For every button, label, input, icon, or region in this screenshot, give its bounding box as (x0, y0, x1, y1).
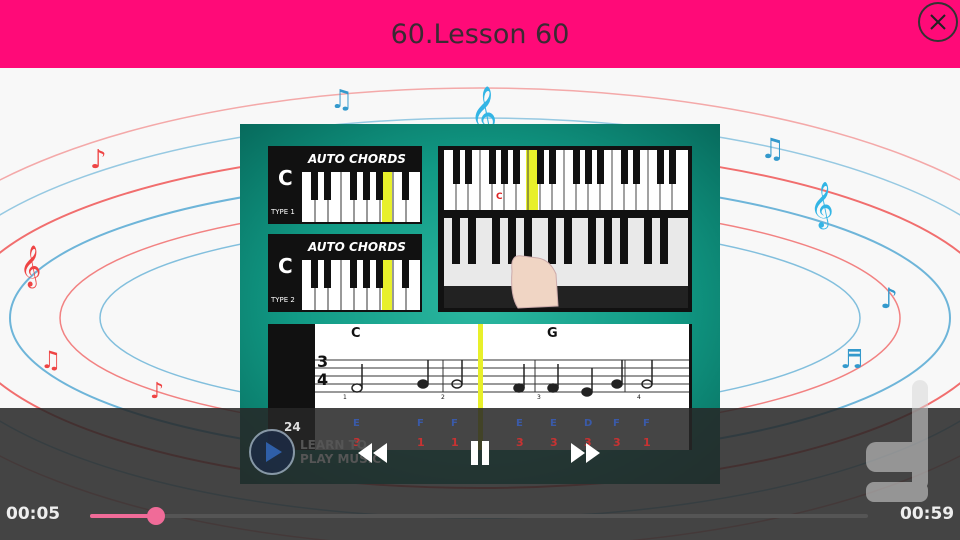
large-keyboard (444, 150, 688, 309)
svg-text:♬: ♬ (840, 345, 863, 375)
svg-text:♫: ♫ (40, 346, 62, 374)
note-name: E (516, 418, 523, 429)
time-signature-top: 3 (317, 352, 329, 371)
time-signature-bottom: 4 (317, 370, 329, 389)
note-name: E (550, 418, 557, 429)
panel-label: AUTO CHORDS (308, 240, 406, 254)
fast-forward-icon (571, 443, 600, 463)
auto-chords-panel-1: AUTO CHORDS C TYPE 1 (268, 146, 422, 224)
large-keyboard-view: C (438, 146, 692, 312)
close-icon (930, 14, 946, 30)
note-name: E (353, 418, 360, 429)
pause-icon (471, 441, 489, 465)
finger-number: 3 (550, 436, 558, 449)
measure-number: 1 (343, 394, 347, 401)
note-name: F (643, 418, 650, 429)
note-name: F (613, 418, 620, 429)
type-label: TYPE 2 (271, 296, 295, 304)
rewind-icon (358, 443, 387, 463)
type-label: TYPE 1 (271, 208, 295, 216)
note-name: F (451, 418, 458, 429)
panel-label: AUTO CHORDS (308, 152, 406, 166)
svg-text:♪: ♪ (150, 379, 164, 404)
measure-number: 2 (441, 394, 445, 401)
learn-to-play-logo-icon (249, 429, 295, 475)
keyboard-note-label: C (496, 192, 503, 202)
mini-keyboard (302, 260, 420, 310)
fast-forward-button[interactable] (568, 438, 604, 468)
pause-button[interactable] (462, 436, 498, 470)
chord-letter: C (278, 166, 293, 190)
app-logo-icon (866, 380, 928, 502)
chord-letter: C (278, 254, 293, 278)
note-name: F (417, 418, 424, 429)
seek-thumb[interactable] (147, 507, 166, 525)
current-time: 00:05 (6, 504, 61, 524)
finger-number: 1 (643, 436, 651, 449)
finger-number: 1 (451, 436, 459, 449)
chord-symbol-c: C (351, 326, 361, 341)
auto-chords-panel-2: AUTO CHORDS C TYPE 2 (268, 234, 422, 312)
seek-track[interactable] (90, 514, 868, 518)
svg-text:♪: ♪ (90, 145, 107, 175)
svg-text:𝄞: 𝄞 (20, 245, 41, 288)
measure-number: 3 (537, 394, 541, 401)
page-title: 60.Lesson 60 (390, 18, 570, 50)
svg-text:♫: ♫ (760, 132, 785, 165)
finger-number: 1 (417, 436, 425, 449)
finger-number: 3 (516, 436, 524, 449)
measure-number: 4 (637, 394, 641, 401)
svg-text:♪: ♪ (880, 282, 898, 315)
duration-time: 00:59 (900, 504, 955, 524)
finger-number: 3 (613, 436, 621, 449)
title-bar: 60.Lesson 60 (0, 0, 960, 68)
close-button[interactable] (918, 2, 958, 42)
note-name: D (584, 418, 593, 429)
svg-text:𝄞: 𝄞 (810, 182, 834, 230)
svg-text:♫: ♫ (330, 85, 353, 115)
mini-keyboard (302, 172, 420, 222)
rewind-button[interactable] (354, 438, 390, 468)
chord-symbol-g: G (547, 326, 558, 341)
